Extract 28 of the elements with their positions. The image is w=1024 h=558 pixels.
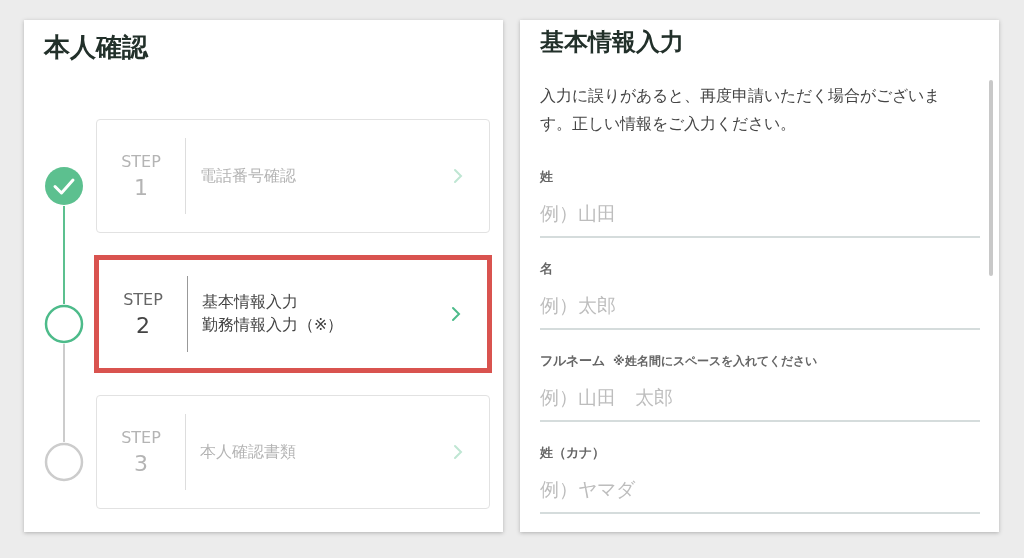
- field-label: 姓: [540, 168, 553, 186]
- step-title: 本人確認書類: [200, 441, 297, 463]
- field-label: フルネーム: [540, 352, 605, 370]
- chevron-right-icon: [451, 306, 461, 322]
- input-field[interactable]: 例）山田 太郎: [540, 370, 980, 422]
- step-number: 1: [134, 175, 148, 200]
- input-field[interactable]: 例）山田: [540, 186, 980, 238]
- chevron-right-icon: [453, 444, 463, 460]
- circle-icon: [44, 304, 84, 344]
- field-note: ※姓名間にスペースを入れてください: [613, 353, 817, 370]
- step-title: 勤務情報入力（※）: [202, 315, 345, 336]
- step-label: STEP: [123, 290, 163, 309]
- chevron-right-icon: [453, 168, 463, 184]
- input-field[interactable]: 例）太郎: [540, 278, 980, 330]
- page-title: 本人確認: [44, 31, 150, 64]
- step-card[interactable]: STEP 3 本人確認書類: [96, 395, 490, 509]
- step-title: 基本情報入力: [202, 292, 299, 313]
- description-text: 入力に誤りがあると、再度申請いただく場合がございます。正しい情報をご入力ください。: [540, 86, 941, 135]
- field-label: 姓（カナ）: [540, 444, 605, 462]
- step-card[interactable]: STEP 1 電話番号確認: [96, 119, 490, 233]
- step-number: 2: [136, 313, 150, 338]
- input-field[interactable]: 例）ヤマダ: [540, 462, 980, 514]
- step-number: 3: [134, 451, 148, 476]
- field-label: 名: [540, 260, 553, 278]
- step-label: STEP: [121, 428, 161, 447]
- step-title: 電話番号確認: [200, 165, 297, 187]
- step-label: STEP: [121, 152, 161, 171]
- form-title: 基本情報入力: [540, 27, 685, 58]
